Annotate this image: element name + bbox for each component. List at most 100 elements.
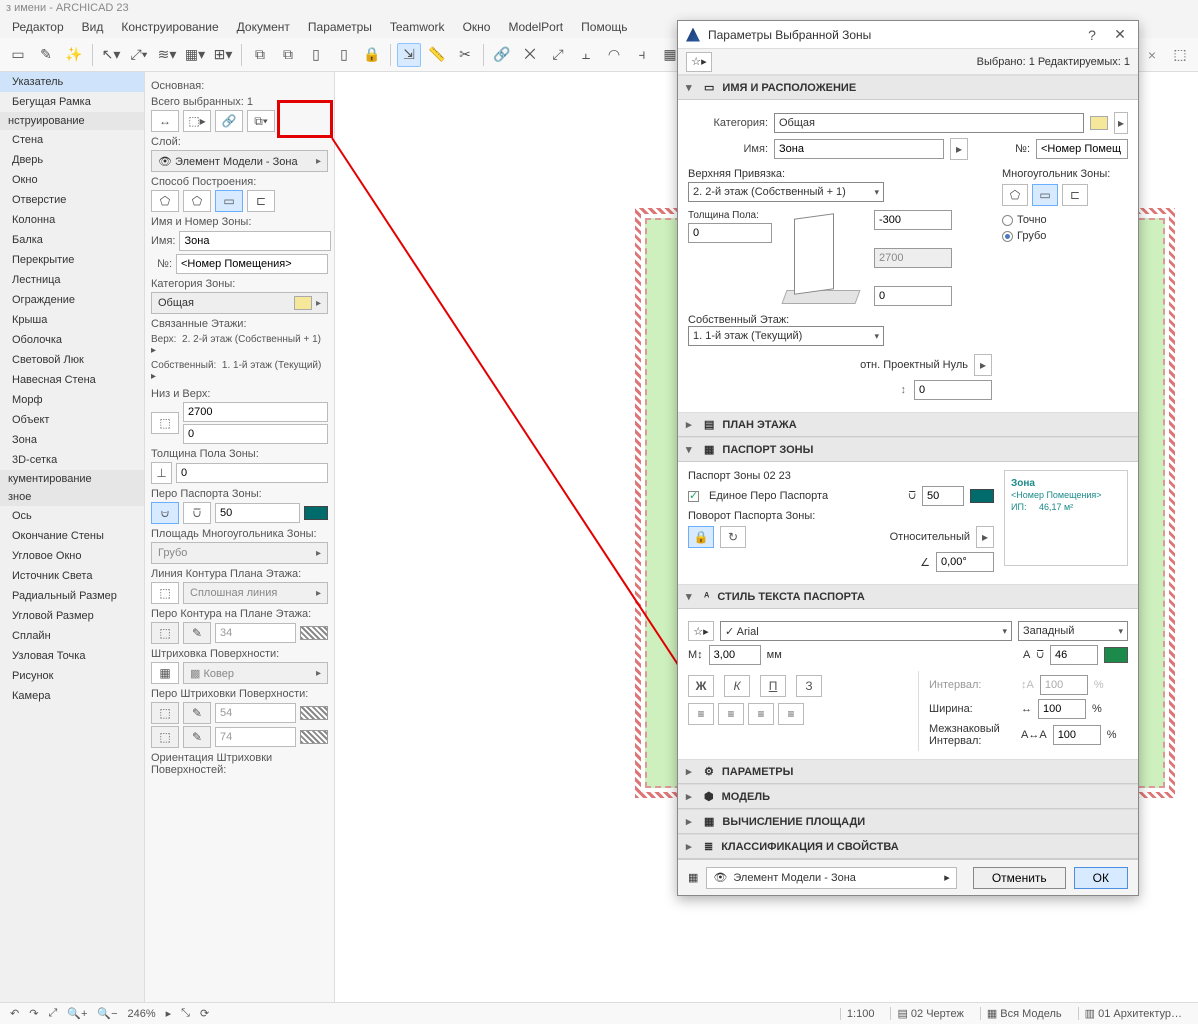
tool-hotspot[interactable]: Узловая Точка [0,646,144,666]
toolbar-fillet-icon[interactable]: ◠ [602,43,626,67]
tool-beam[interactable]: Балка [0,230,144,250]
infobox-default-icon[interactable]: ↔ [151,110,179,132]
toolbar-align-icon[interactable]: ▦▾ [183,43,207,67]
poly-mode-3[interactable]: ⊏ [1062,184,1088,206]
infobox-link-icon[interactable]: 🔗 [215,110,243,132]
dlg-upper-selector[interactable]: 2. 2-й этаж (Собственный + 1)▾ [688,182,884,202]
toolbar-link-icon[interactable]: 🔗 [490,43,514,67]
dlg-cat-selector[interactable]: Общая [774,113,1084,133]
toolbar-grid-icon[interactable]: ⊞▾ [211,43,235,67]
toolbar-group4-icon[interactable]: ▯ [332,43,356,67]
favorite-button[interactable]: ☆▸ [686,52,712,72]
menu-modelport[interactable]: ModelPort [508,20,563,36]
menu-teamwork[interactable]: Teamwork [390,20,445,36]
tool-morph[interactable]: Морф [0,390,144,410]
rot-mode-more[interactable]: ▸ [976,526,994,548]
tool-roof[interactable]: Крыша [0,310,144,330]
dlg-projzero-more[interactable]: ▸ [974,354,992,376]
tool-spline[interactable]: Сплайн [0,626,144,646]
tool-drawing[interactable]: Рисунок [0,666,144,686]
menu-parameters[interactable]: Параметры [308,20,372,36]
unipen-chip[interactable] [970,489,994,503]
strike-button[interactable]: З [796,675,822,697]
dialog-help-icon[interactable]: ? [1082,27,1102,43]
toolbar-dimension-icon[interactable]: ⇲ [397,43,421,67]
toolbar-adjust-icon[interactable]: ⫞ [630,43,654,67]
rot-input[interactable] [936,552,994,572]
tool-shell[interactable]: Оболочка [0,330,144,350]
dlg-name-more[interactable]: ▸ [950,138,968,160]
stamppen-mode1[interactable]: ⩁ [151,502,179,524]
tool-wall[interactable]: Стена [0,130,144,150]
stamppen-value[interactable] [215,503,300,523]
tool-lightsource[interactable]: Источник Света [0,566,144,586]
toolbar-snap-icon[interactable]: ⤢▾ [127,43,151,67]
rot-lock-icon[interactable]: 🔒 [688,526,714,548]
dlg-ownstory-selector[interactable]: 1. 1-й этаж (Текущий)▾ [688,326,884,346]
tool-radialdim[interactable]: Радиальный Размер [0,586,144,606]
geometry-mode-2[interactable]: ⬠ [183,190,211,212]
sb-redo-icon[interactable]: ↷ [29,1007,38,1020]
tab-close-icon[interactable]: × [1148,47,1156,63]
tool-skylight[interactable]: Световой Люк [0,350,144,370]
font-favorite[interactable]: ☆▸ [688,621,714,641]
section-params-header[interactable]: ▸⚙ПАРАМЕТРЫ [678,760,1138,784]
infobox-floorthk-input[interactable] [176,463,328,483]
align-center[interactable]: ≡ [718,703,744,725]
toolbar-group1-icon[interactable]: ⧉ [248,43,272,67]
cancel-button[interactable]: Отменить [973,867,1066,889]
sb-zoomfit-icon[interactable]: ⤢ [48,1007,57,1020]
tool-object[interactable]: Объект [0,410,144,430]
sb-arch-value[interactable]: 01 Архитектур… [1098,1008,1182,1020]
toolbar-wand-icon[interactable]: ✨ [62,43,86,67]
section-floorplan-header[interactable]: ▸▤ПЛАН ЭТАЖА [678,413,1138,437]
navigator-icon[interactable]: ⬚ [1168,43,1192,67]
sb-orbit-icon[interactable]: ⟳ [200,1007,209,1020]
tool-wallend[interactable]: Окончание Стены [0,526,144,546]
tool-angulardim[interactable]: Угловой Размер [0,606,144,626]
infobox-polyarea-selector[interactable]: Грубо [151,542,328,564]
tool-door[interactable]: Дверь [0,150,144,170]
font-selector[interactable]: ✓ Arial▾ [720,621,1012,641]
sb-model-value[interactable]: Вся Модель [1000,1008,1061,1020]
tool-railing[interactable]: Ограждение [0,290,144,310]
underline-button[interactable]: П [760,675,786,697]
section-class-header[interactable]: ▸≣КЛАССИФИКАЦИЯ И СВОЙСТВА [678,835,1138,859]
toolbar-trim-icon[interactable]: ✂ [453,43,477,67]
tool-slab[interactable]: Перекрытие [0,250,144,270]
stamppen-mode2[interactable]: ⩂ [183,502,211,524]
unipen-input[interactable] [922,486,964,506]
sb-view-value[interactable]: 02 Чертеж [911,1008,964,1020]
sb-zoomin-icon[interactable]: 🔍+ [67,1007,87,1020]
menu-document[interactable]: Документ [237,20,290,36]
contour-icon[interactable]: ⬚ [151,582,179,604]
dlg-num-input[interactable] [1036,139,1128,159]
section-area-header[interactable]: ▸▦ВЫЧИСЛЕНИЕ ПЛОЩАДИ [678,810,1138,834]
infobox-name-input[interactable] [179,231,331,251]
toolbar-intersect-icon[interactable]: ⨉ [518,43,542,67]
rot-free-icon[interactable]: ↻ [720,526,746,548]
poly-exact-radio[interactable] [1002,215,1013,226]
dlg-offbot-input[interactable] [874,286,952,306]
ok-button[interactable]: ОК [1074,867,1128,889]
poly-rough-radio[interactable] [1002,231,1013,242]
align-right[interactable]: ≡ [748,703,774,725]
tool-cornerwindow[interactable]: Угловое Окно [0,546,144,566]
poly-mode-1[interactable]: ⬠ [1002,184,1028,206]
dlg-projzero-input[interactable] [914,380,992,400]
align-left[interactable]: ≡ [688,703,714,725]
dlg-cat-swatch[interactable] [1090,116,1108,130]
italic-button[interactable]: К [724,675,750,697]
fontpen-chip[interactable] [1104,647,1128,663]
sb-zoomout-icon[interactable]: 🔍− [97,1007,117,1020]
section-stamp-header[interactable]: ▾▦ПАСПОРТ ЗОНЫ [678,438,1138,462]
surfhatch-selector[interactable]: ▩ Ковер [183,662,328,684]
poly-mode-2[interactable]: ▭ [1032,184,1058,206]
tool-pointer[interactable]: Указатель [0,72,144,92]
toolbar-split-icon[interactable]: ⫠ [574,43,598,67]
section-textstyle-header[interactable]: ▾ᴬСТИЛЬ ТЕКСТА ПАСПОРТА [678,585,1138,609]
footer-layer-selector[interactable]: 👁 Элемент Модели - Зона ▸ [706,867,956,889]
toolbar-pencil-icon[interactable]: ✎ [34,43,58,67]
align-justify[interactable]: ≡ [778,703,804,725]
toolbar-group3-icon[interactable]: ▯ [304,43,328,67]
